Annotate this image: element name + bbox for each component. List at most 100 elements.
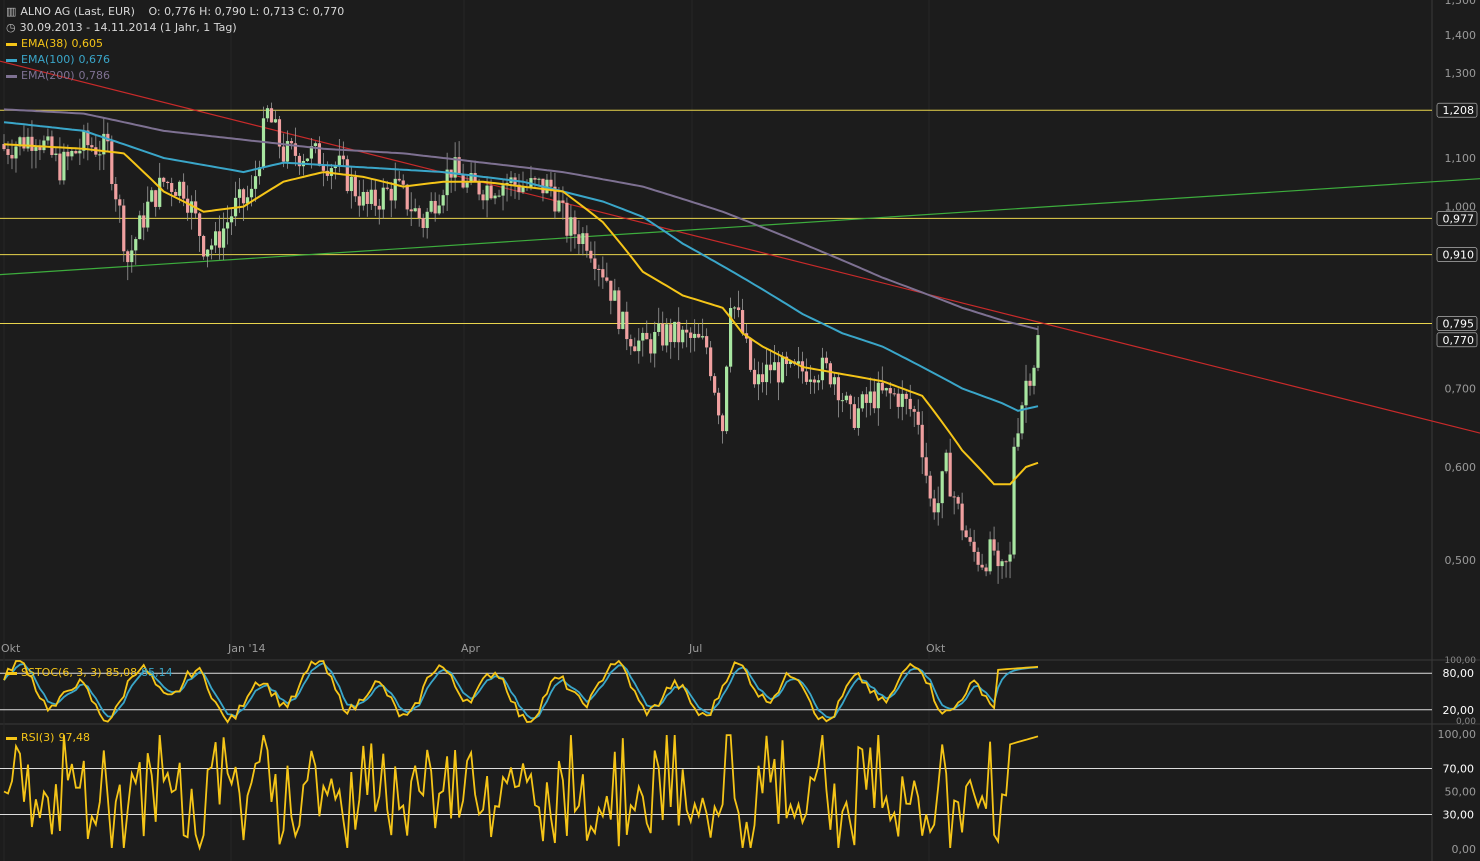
candle-body <box>577 234 581 244</box>
candle-body <box>22 137 26 149</box>
stoch-swatch <box>6 671 17 675</box>
rsi-legend: RSI(3) 97,48 <box>6 730 94 746</box>
candle-body <box>417 208 421 219</box>
rsi-label: RSI(3) <box>21 731 55 744</box>
stoch-tick-label: 0,00 <box>1456 717 1476 727</box>
candle-body <box>633 346 637 352</box>
candle-body <box>237 189 242 198</box>
candle-body <box>162 177 166 182</box>
candle-body <box>353 176 357 197</box>
candle-body <box>613 290 617 301</box>
candle-body <box>182 181 186 199</box>
candle-body <box>848 395 852 405</box>
candle-body <box>170 183 174 192</box>
candle-body <box>481 194 485 201</box>
candle-body <box>409 209 413 212</box>
candle-body <box>736 307 741 311</box>
last-price-tag-text: 0,770 <box>1443 334 1475 347</box>
candle-body <box>768 364 773 371</box>
candle-body <box>413 208 417 212</box>
candle-body <box>6 149 10 155</box>
candle-body <box>429 200 433 212</box>
candle-body <box>988 539 992 572</box>
candle-body <box>1000 561 1004 567</box>
candle-body <box>357 196 361 206</box>
candle-body <box>812 379 817 383</box>
level-price-tag-text: 0,910 <box>1443 249 1475 262</box>
candle-body <box>401 180 405 185</box>
candle-body <box>693 333 697 338</box>
rsi-panel: 70,00 30,00 100,00 50,00 0,00 <box>0 728 1476 856</box>
candle-body <box>976 551 980 565</box>
candle-body <box>1032 367 1036 386</box>
candle-body <box>381 187 385 210</box>
candle-body <box>289 141 294 144</box>
candle-body <box>134 239 138 251</box>
candle-body <box>860 394 864 409</box>
candle-body <box>868 391 872 403</box>
candle-body <box>924 457 928 476</box>
chart-icon: ▥ <box>6 5 17 18</box>
ohlc-readout: O: 0,776 H: 0,790 L: 0,713 C: 0,770 <box>148 5 345 18</box>
candle-body <box>557 200 561 212</box>
candle-body <box>485 185 489 201</box>
candle-body <box>808 379 813 382</box>
candle-body <box>501 185 505 196</box>
candle-body <box>717 392 721 416</box>
candle-body <box>816 380 821 383</box>
candle-body <box>46 136 50 141</box>
candle-body <box>437 205 441 214</box>
candle-body <box>213 231 218 246</box>
stoch-k-value: 85,08 <box>105 666 138 679</box>
time-tick-label: Jul <box>688 642 702 655</box>
candle-body <box>1036 335 1040 368</box>
horizontal-levels <box>0 109 1432 325</box>
candle-body <box>780 356 785 383</box>
candle-body <box>948 452 952 497</box>
candle-body <box>26 136 30 149</box>
candle-body <box>705 336 709 348</box>
candle-body <box>756 374 761 385</box>
chart-canvas: 80,0020,00100,000,00 70,0030,00100,0050,… <box>0 0 1480 861</box>
candle-body <box>50 136 54 155</box>
candle-body <box>621 311 625 329</box>
candle-body <box>146 201 150 228</box>
ema100-line <box>3 121 1039 412</box>
candle-body <box>888 388 892 394</box>
time-axis: Okt Jan '14 Apr Jul Okt <box>1 642 946 655</box>
candle-body <box>649 339 653 354</box>
candle-body <box>114 183 118 200</box>
candles <box>2 102 1040 584</box>
candle-body <box>832 377 836 385</box>
candle-body <box>393 178 397 201</box>
candle-body <box>984 567 988 572</box>
legend-ema100: EMA(100) 0,676 <box>6 52 114 68</box>
candle-body <box>856 408 860 428</box>
stoch-d-value: 85,14 <box>141 666 173 679</box>
candle-body <box>533 178 537 180</box>
candle-body <box>585 233 589 251</box>
ema100-swatch <box>6 58 17 62</box>
ema200-swatch <box>6 74 17 78</box>
candle-body <box>341 155 345 160</box>
candle-body <box>241 189 246 204</box>
candle-body <box>42 140 46 151</box>
stoch-tick-label: 100,00 <box>1445 656 1477 666</box>
candle-body <box>317 143 321 166</box>
candle-body <box>956 497 960 504</box>
candle-body <box>202 235 206 257</box>
time-tick-label: Okt <box>926 642 946 655</box>
clock-icon: ◷ <box>6 21 16 34</box>
candle-body <box>30 136 34 151</box>
candle-body <box>669 324 673 343</box>
candle-body <box>964 530 968 538</box>
candle-body <box>609 280 613 301</box>
candle-body <box>645 332 649 340</box>
period-row: ◷ 30.09.2013 - 14.11.2014 (1 Jahr, 1 Tag) <box>6 20 241 36</box>
candle-body <box>565 202 569 236</box>
candle-body <box>349 176 353 192</box>
candle-body <box>828 363 833 385</box>
candle-body <box>752 369 757 385</box>
ema38-swatch <box>6 42 17 46</box>
candle-body <box>637 340 641 352</box>
